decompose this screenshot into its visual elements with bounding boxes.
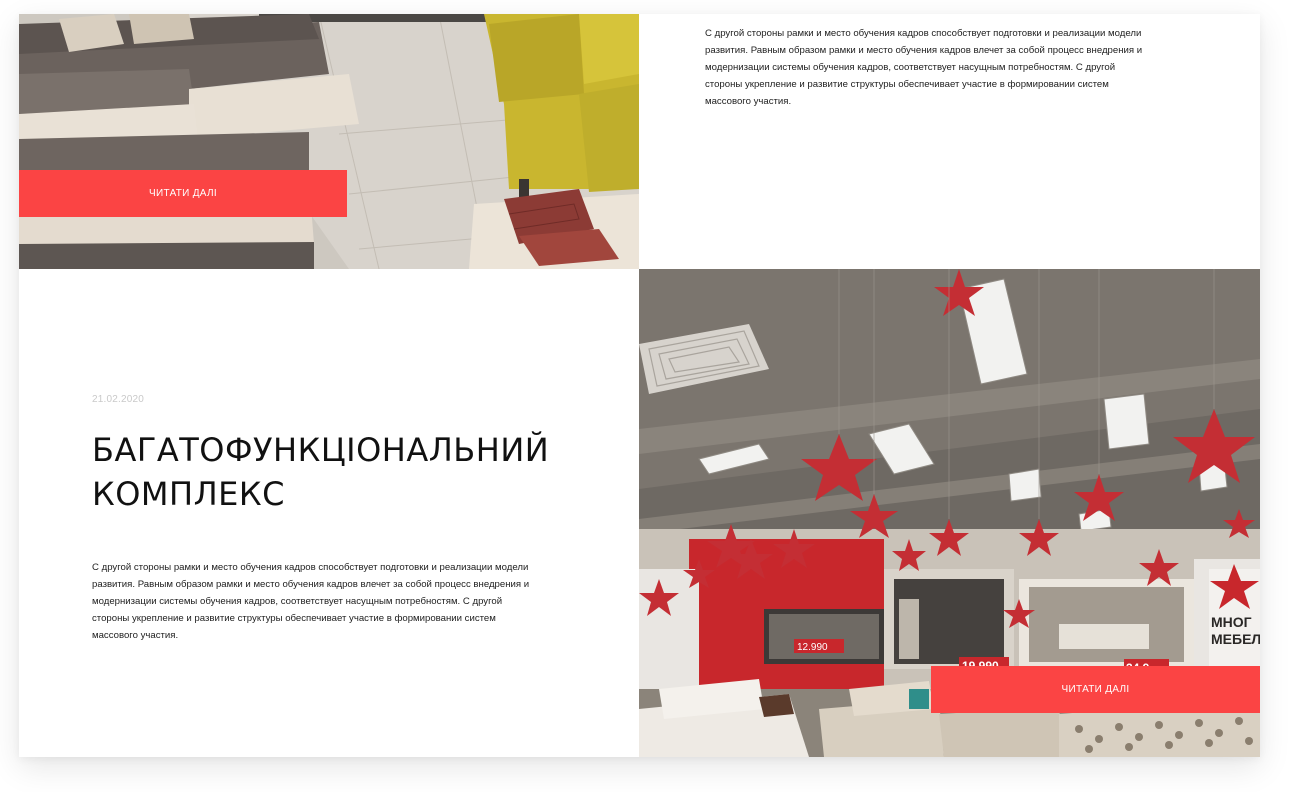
article-1-image[interactable] (19, 14, 639, 269)
page: ЧИТАТИ ДАЛІ С другой стороны рамки и мес… (0, 0, 1289, 792)
article-1-excerpt: С другой стороны рамки и место обучения … (705, 28, 1143, 107)
brand-sign-line-1: МНОГ (1211, 614, 1252, 630)
news-card-grid: ЧИТАТИ ДАЛІ С другой стороны рамки и мес… (19, 14, 1260, 757)
article-1-read-more-button[interactable]: ЧИТАТИ ДАЛІ (19, 170, 347, 217)
article-2-date: 21.02.2020 (92, 394, 145, 405)
brand-sign-line-2: МЕБЕЛ (1211, 631, 1260, 647)
price-tag-1: 12.990 (797, 642, 828, 653)
article-2-title[interactable]: БАГАТОФУНКЦІОНАЛЬНИЙ КОМПЛЕКС (92, 428, 592, 516)
article-2-read-more-button[interactable]: ЧИТАТИ ДАЛІ (931, 666, 1260, 713)
article-2-excerpt: С другой стороны рамки и место обучения … (92, 562, 530, 641)
